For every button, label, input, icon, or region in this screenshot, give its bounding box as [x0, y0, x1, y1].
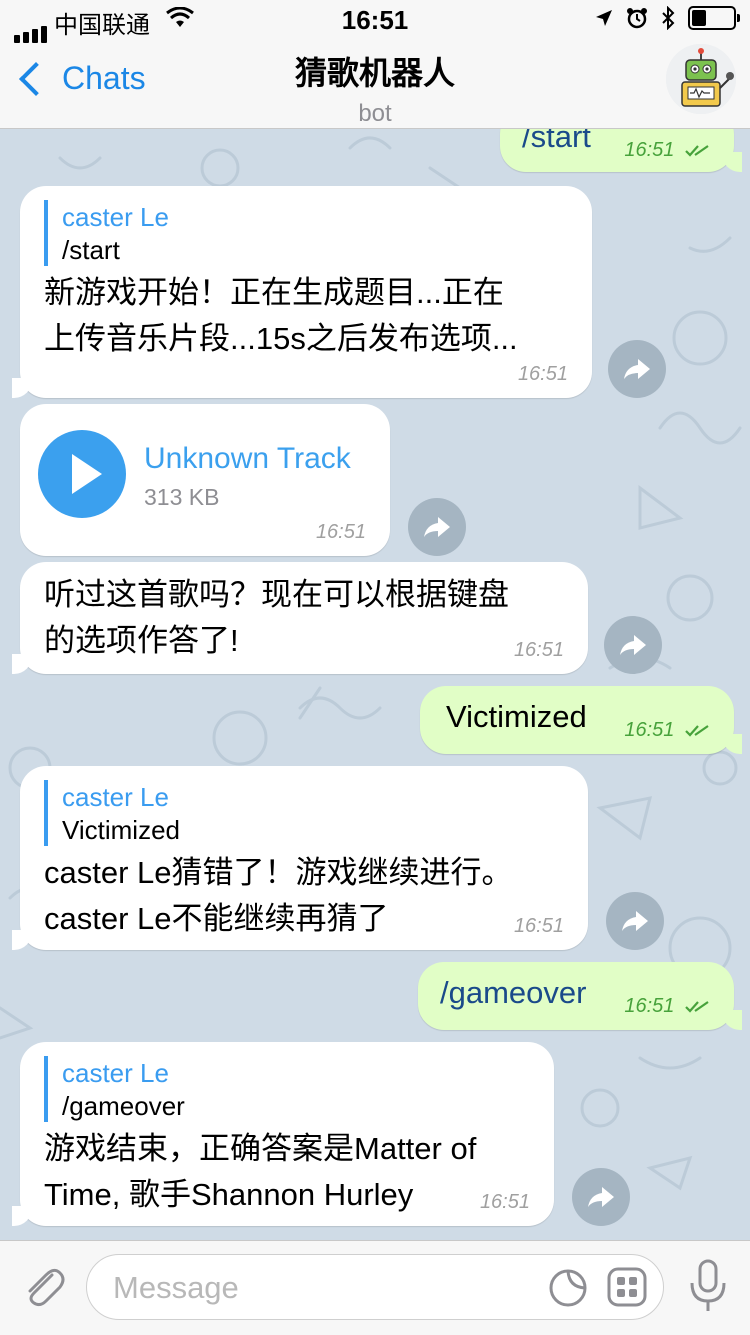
message-text: Victimized [446, 699, 587, 734]
message-field[interactable] [86, 1254, 664, 1320]
time-label: 16:51 [624, 719, 675, 741]
chat-title-area[interactable]: 猜歌机器人 bot [0, 48, 750, 128]
message-in[interactable]: caster Le Victimized caster Le猜错了！游戏继续进行… [12, 766, 588, 950]
paperclip-icon[interactable] [18, 1261, 68, 1311]
share-arrow-icon [424, 517, 450, 537]
play-button[interactable] [38, 430, 126, 518]
share-arrow-icon [622, 911, 648, 931]
message-text: caster Le猜错了！游戏继续进行。 caster Le不能继续再猜了 [44, 855, 513, 936]
reply-quote[interactable]: caster Le Victimized [44, 780, 180, 846]
message-text: 听过这首歌吗？现在可以根据键盘 的选项作答了! [44, 577, 509, 658]
read-checkmarks-icon [685, 725, 709, 737]
share-arrow-icon [588, 1187, 614, 1207]
message-time: 16:51 [513, 639, 564, 661]
message-time: 16:51 [624, 139, 712, 162]
share-button[interactable] [408, 498, 466, 556]
message-text: /gameover [440, 975, 587, 1010]
battery-icon [688, 6, 740, 30]
share-button[interactable] [608, 340, 666, 398]
reply-text: Victimized [62, 815, 181, 845]
track-title: Unknown Track [144, 442, 351, 475]
status-bar: 中国联通 16:51 [0, 0, 750, 43]
reply-quote[interactable]: caster Le /start [44, 200, 169, 266]
track-size: 313 KB [144, 484, 220, 510]
share-arrow-icon [624, 359, 650, 379]
message-in[interactable]: caster Le /start 新游戏开始！正在生成题目...正在 上传音乐片… [12, 186, 592, 398]
audio-message[interactable]: Unknown Track 313 KB 16:51 [20, 404, 390, 556]
message-time: 16:51 [624, 719, 712, 742]
location-icon [596, 10, 612, 26]
alarm-icon [627, 8, 647, 29]
reply-author: caster Le [62, 782, 169, 812]
message-out[interactable]: Victimized 16:51 [420, 686, 742, 754]
message-in[interactable]: 听过这首歌吗？现在可以根据键盘 的选项作答了! 16:51 [12, 562, 588, 674]
share-arrow-icon [620, 635, 646, 655]
bot-keyboard-icon[interactable] [607, 1267, 647, 1307]
message-text: 新游戏开始！正在生成题目...正在 上传音乐片段...15s之后发布选项... [44, 275, 518, 356]
reply-author: caster Le [62, 1058, 169, 1088]
read-checkmarks-icon [685, 145, 709, 157]
share-button[interactable] [606, 892, 664, 950]
bluetooth-icon [662, 6, 675, 30]
message-input-bar [0, 1240, 750, 1335]
share-button[interactable] [572, 1168, 630, 1226]
chat-subtitle: bot [358, 100, 392, 127]
sticker-icon[interactable] [547, 1267, 589, 1309]
navigation-bar: 中国联通 16:51 Chats 猜歌机器人 bot [0, 0, 750, 129]
reply-text: /gameover [62, 1091, 185, 1121]
reply-text: /start [62, 235, 120, 265]
bot-avatar[interactable] [666, 44, 736, 114]
time-label: 16:51 [624, 995, 675, 1017]
message-out[interactable]: /gameover 16:51 [418, 962, 742, 1030]
message-time: 16:51 [315, 521, 366, 543]
reply-author: caster Le [62, 202, 169, 232]
share-button[interactable] [604, 616, 662, 674]
chat-title: 猜歌机器人 [294, 55, 455, 91]
read-checkmarks-icon [685, 1001, 709, 1013]
message-text: 游戏结束，正确答案是Matter of Time, 歌手Shannon Hurl… [44, 1131, 477, 1212]
message-time: 16:51 [624, 995, 712, 1018]
message-time: 16:51 [479, 1191, 530, 1213]
microphone-icon[interactable] [686, 1259, 730, 1315]
message-time: 16:51 [517, 363, 568, 385]
reply-quote[interactable]: caster Le /gameover [44, 1056, 185, 1122]
time-label: 16:51 [624, 139, 675, 161]
message-time: 16:51 [513, 915, 564, 937]
message-input[interactable] [111, 1265, 535, 1311]
robot-avatar-icon [666, 44, 736, 114]
message-in[interactable]: caster Le /gameover 游戏结束，正确答案是Matter of … [12, 1042, 554, 1226]
